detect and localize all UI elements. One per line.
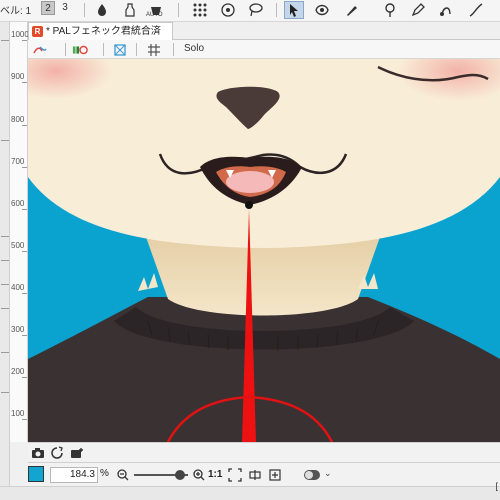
toolbar-divider — [103, 43, 104, 56]
camera-icon[interactable] — [31, 446, 45, 460]
ruler-label: 400 — [11, 283, 25, 292]
toolbar-divider — [84, 3, 85, 17]
ruler-tick — [22, 82, 27, 83]
panel-handle — [1, 40, 9, 41]
ruler-tick — [22, 167, 27, 168]
bottom-status-strip — [0, 486, 500, 500]
ruler-tick — [22, 419, 27, 420]
tongue — [226, 171, 274, 193]
ruler-label: 900 — [11, 72, 25, 81]
glue-icon[interactable] — [436, 1, 456, 19]
panel-handle — [1, 392, 9, 393]
deformer-link-icon[interactable] — [32, 42, 48, 57]
panel-handle — [1, 284, 9, 285]
pen-icon[interactable] — [408, 1, 428, 19]
auto-label: AUTO — [146, 12, 163, 18]
tab-strip — [173, 22, 500, 40]
zoom-input[interactable]: 184.3 — [50, 467, 98, 483]
camera-refresh-icon[interactable] — [50, 446, 64, 460]
drawing-canvas[interactable] — [28, 59, 500, 442]
canvas-bottom-toolbar — [28, 442, 500, 462]
toolbar-divider — [65, 43, 66, 56]
ruler-label: 1000 — [11, 30, 29, 39]
vertical-ruler: 1000 900 800 700 600 500 400 300 200 100 — [10, 22, 29, 442]
toolbar-divider — [178, 3, 179, 17]
visibility-toggle-icon[interactable] — [72, 42, 88, 57]
panel-handle — [1, 308, 9, 309]
canvas-toolbar: Solo — [28, 40, 500, 59]
ruler-label: 700 — [11, 157, 25, 166]
fit-to-window-icon[interactable] — [228, 467, 242, 483]
layer-number-2[interactable]: 2 — [41, 1, 55, 15]
ruler-tick — [22, 40, 27, 41]
layer-number-3[interactable]: 3 — [58, 1, 72, 15]
panel-handle — [1, 140, 9, 141]
mesh-grid-icon[interactable] — [190, 1, 210, 19]
ruler-label: 200 — [11, 367, 25, 376]
grid-icon[interactable] — [146, 42, 162, 57]
ruler-label: 100 — [11, 409, 25, 418]
display-toggle[interactable] — [304, 470, 320, 480]
panel-handle — [1, 260, 9, 261]
toolbar-divider — [276, 3, 277, 17]
camera-add-icon[interactable] — [70, 446, 84, 460]
left-panel-strip — [0, 22, 10, 500]
zoom-in-icon[interactable] — [192, 467, 206, 483]
ruler-tick — [22, 293, 27, 294]
zoom-slider-knob[interactable] — [174, 470, 185, 480]
neck — [146, 237, 380, 316]
ink-drop-icon[interactable] — [92, 1, 112, 19]
brush-icon[interactable] — [342, 1, 362, 19]
flip-horizontal-icon[interactable] — [248, 467, 262, 483]
corner-text: [ — [495, 481, 498, 491]
status-bar: 184.3 % 1:1 ⌄ — [28, 462, 500, 486]
color-swatch[interactable] — [28, 466, 44, 482]
toolbar-divider — [173, 43, 174, 56]
toolbar-divider — [136, 43, 137, 56]
transform-box-icon[interactable] — [112, 42, 128, 57]
document-tab[interactable]: R * PALフェネック君統合済 — [28, 22, 173, 40]
reset-view-icon[interactable] — [268, 467, 282, 483]
ruler-tick — [22, 125, 27, 126]
ruler-tick — [22, 335, 27, 336]
layer-prefix-label: ベル: 1 — [0, 6, 32, 17]
ruler-tick — [22, 209, 27, 210]
rotate-icon[interactable] — [218, 1, 238, 19]
zoom-unit-label: % — [100, 468, 109, 479]
app-window: ベル: 1 2 3 AUTO 1000 900 800 700 600 500 … — [0, 0, 500, 500]
app-logo-icon: R — [32, 26, 43, 37]
document-tab-title: * PALフェネック君統合済 — [46, 26, 161, 37]
ruler-label: 500 — [11, 241, 25, 250]
top-toolbar: ベル: 1 2 3 AUTO — [0, 0, 500, 22]
pin-icon[interactable] — [380, 1, 400, 19]
warp-icon[interactable] — [312, 1, 332, 19]
pivot-handle[interactable] — [245, 201, 253, 209]
ruler-tick — [22, 251, 27, 252]
ruler-tick — [22, 377, 27, 378]
ruler-label: 600 — [11, 199, 25, 208]
panel-handle — [1, 236, 9, 237]
chevron-down-icon[interactable]: ⌄ — [324, 468, 332, 479]
zoom-out-icon[interactable] — [116, 467, 130, 483]
solo-toggle[interactable]: Solo — [184, 43, 204, 54]
character-artwork — [28, 59, 500, 442]
lasso-icon[interactable] — [246, 1, 266, 19]
panel-handle — [1, 352, 9, 353]
curve-pen-icon[interactable] — [466, 1, 486, 19]
arrow-select-icon[interactable] — [284, 1, 304, 19]
ruler-label: 800 — [11, 115, 25, 124]
vase-icon[interactable] — [120, 1, 140, 19]
ruler-label: 300 — [11, 325, 25, 334]
actual-size-button[interactable]: 1:1 — [208, 469, 222, 480]
